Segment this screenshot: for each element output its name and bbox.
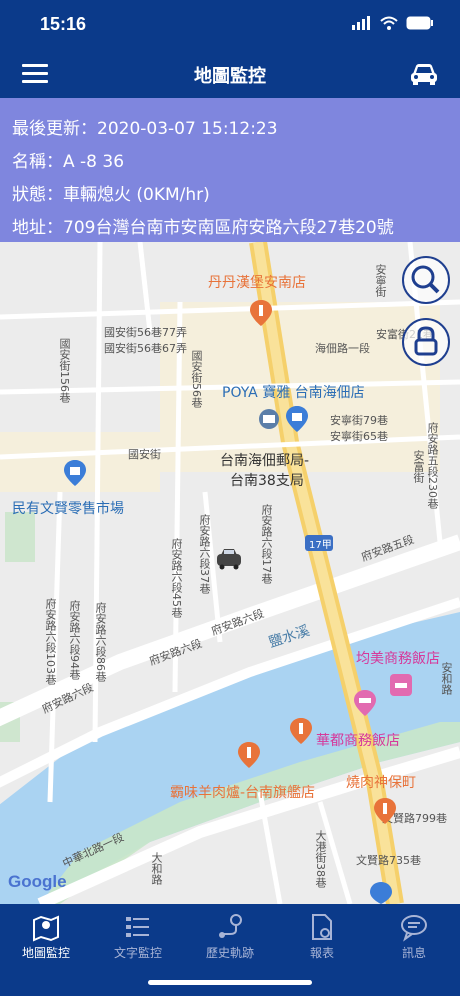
lock-icon — [414, 326, 438, 356]
car-button[interactable] — [408, 60, 440, 88]
navigation-bar: 地圖監控 — [0, 50, 460, 98]
poi-label[interactable]: POYA 寶雅 台南海佃店 — [222, 382, 365, 402]
street-label: 府安路六段37巷 — [198, 514, 211, 594]
poi-label[interactable]: 華都商務飯店 — [316, 730, 400, 750]
route-icon — [219, 914, 242, 938]
vehicle-marker-icon[interactable] — [216, 548, 242, 570]
zoom-search-button[interactable] — [402, 256, 450, 304]
street-label: 安寧街 — [374, 264, 387, 297]
street-label: 府安路六段103巷 — [44, 598, 57, 685]
poi-label[interactable]: 台南海佃郵局- — [220, 450, 309, 470]
restaurant-icon — [250, 300, 272, 326]
status-bar: 15:16 — [0, 0, 460, 50]
street-label: 國安街56巷77弄 — [104, 326, 187, 339]
status-time: 15:16 — [40, 14, 87, 34]
street-label: 府安路六段17巷 — [260, 504, 273, 584]
poi-label[interactable]: 丹丹漢堡安南店 — [208, 272, 306, 292]
tab-text-monitor[interactable]: 文字監控 — [92, 908, 184, 968]
shopping-bag-icon — [286, 406, 308, 432]
street-label: 文賢路735巷 — [356, 854, 421, 867]
vehicle-address: 地址：709台灣台南市安南區府安路六段27巷20號 — [12, 218, 394, 238]
poi-label[interactable]: 民有文賢零售市場 — [12, 498, 124, 518]
poi-label[interactable]: 均美商務飯店 — [356, 648, 440, 668]
hotel-icon — [354, 690, 376, 716]
restaurant-icon — [374, 798, 396, 824]
street-label: 安和路 — [440, 662, 453, 695]
battery-icon — [406, 16, 433, 30]
hotel-icon — [390, 674, 412, 696]
home-indicator — [148, 980, 312, 985]
search-icon — [411, 265, 440, 294]
street-label: 府安路五段230巷 — [426, 422, 439, 509]
street-label: 國安街 — [128, 448, 161, 461]
street-label: 大港街38巷 — [314, 830, 327, 888]
shopping-bag-icon — [370, 882, 392, 904]
tab-report[interactable]: 報表 — [276, 908, 368, 968]
poi-label[interactable]: 霸味羊肉爐-台南旗艦店 — [170, 782, 315, 802]
mail-icon — [259, 409, 279, 429]
restaurant-icon — [238, 742, 260, 768]
street-label: 安寧街79巷 — [330, 414, 388, 427]
road-badge: 17甲 — [309, 540, 332, 551]
google-logo: Google — [8, 872, 67, 891]
street-label: 安富街 — [412, 450, 425, 483]
report-icon — [312, 914, 332, 940]
wifi-icon — [380, 16, 398, 30]
lock-button[interactable] — [402, 318, 450, 366]
map-view[interactable]: 國安街 府安路五段 府安路六段 府安路六段 府安路六段 中華北路一段 海佃路一段… — [0, 242, 460, 904]
vehicle-name: 名稱：A -8 36 — [12, 152, 125, 172]
tab-message[interactable]: 訊息 — [368, 908, 460, 968]
street-label: 國安街156巷 — [58, 338, 71, 403]
poi-label[interactable]: 燒肉神保町 — [346, 772, 416, 792]
street-label: 國安街56巷 — [190, 350, 203, 408]
signal-icon — [352, 16, 370, 30]
restaurant-icon — [290, 718, 312, 744]
street-label: 海佃路一段 — [315, 342, 370, 355]
car-icon — [411, 64, 437, 85]
street-label: 府安路六段86巷 — [94, 602, 107, 682]
page-title: 地圖監控 — [194, 66, 266, 87]
street-label: 府安路六段94巷 — [68, 600, 81, 680]
poi-label[interactable]: 台南38支局 — [230, 470, 304, 490]
map-pin-icon — [33, 915, 59, 942]
street-label: 安寧街65巷 — [330, 430, 388, 443]
tab-history-route[interactable]: 歷史軌跡 — [184, 908, 276, 968]
vehicle-status: 狀態：車輛熄火 (0KM/hr) — [12, 185, 210, 205]
street-label: 府安路六段45巷 — [170, 538, 183, 618]
street-label: 國安街56巷67弄 — [104, 342, 187, 355]
tab-map-monitor[interactable]: 地圖監控 — [0, 908, 92, 968]
shopping-bag-icon — [64, 460, 86, 486]
street-label: 大和路 — [150, 852, 163, 885]
last-updated: 最後更新：2020-03-07 15:12:23 — [12, 119, 278, 139]
list-icon — [126, 917, 149, 937]
message-icon — [401, 915, 427, 942]
vehicle-info-panel: 最後更新：2020-03-07 15:12:23 名稱：A -8 36 狀態：車… — [0, 98, 460, 242]
